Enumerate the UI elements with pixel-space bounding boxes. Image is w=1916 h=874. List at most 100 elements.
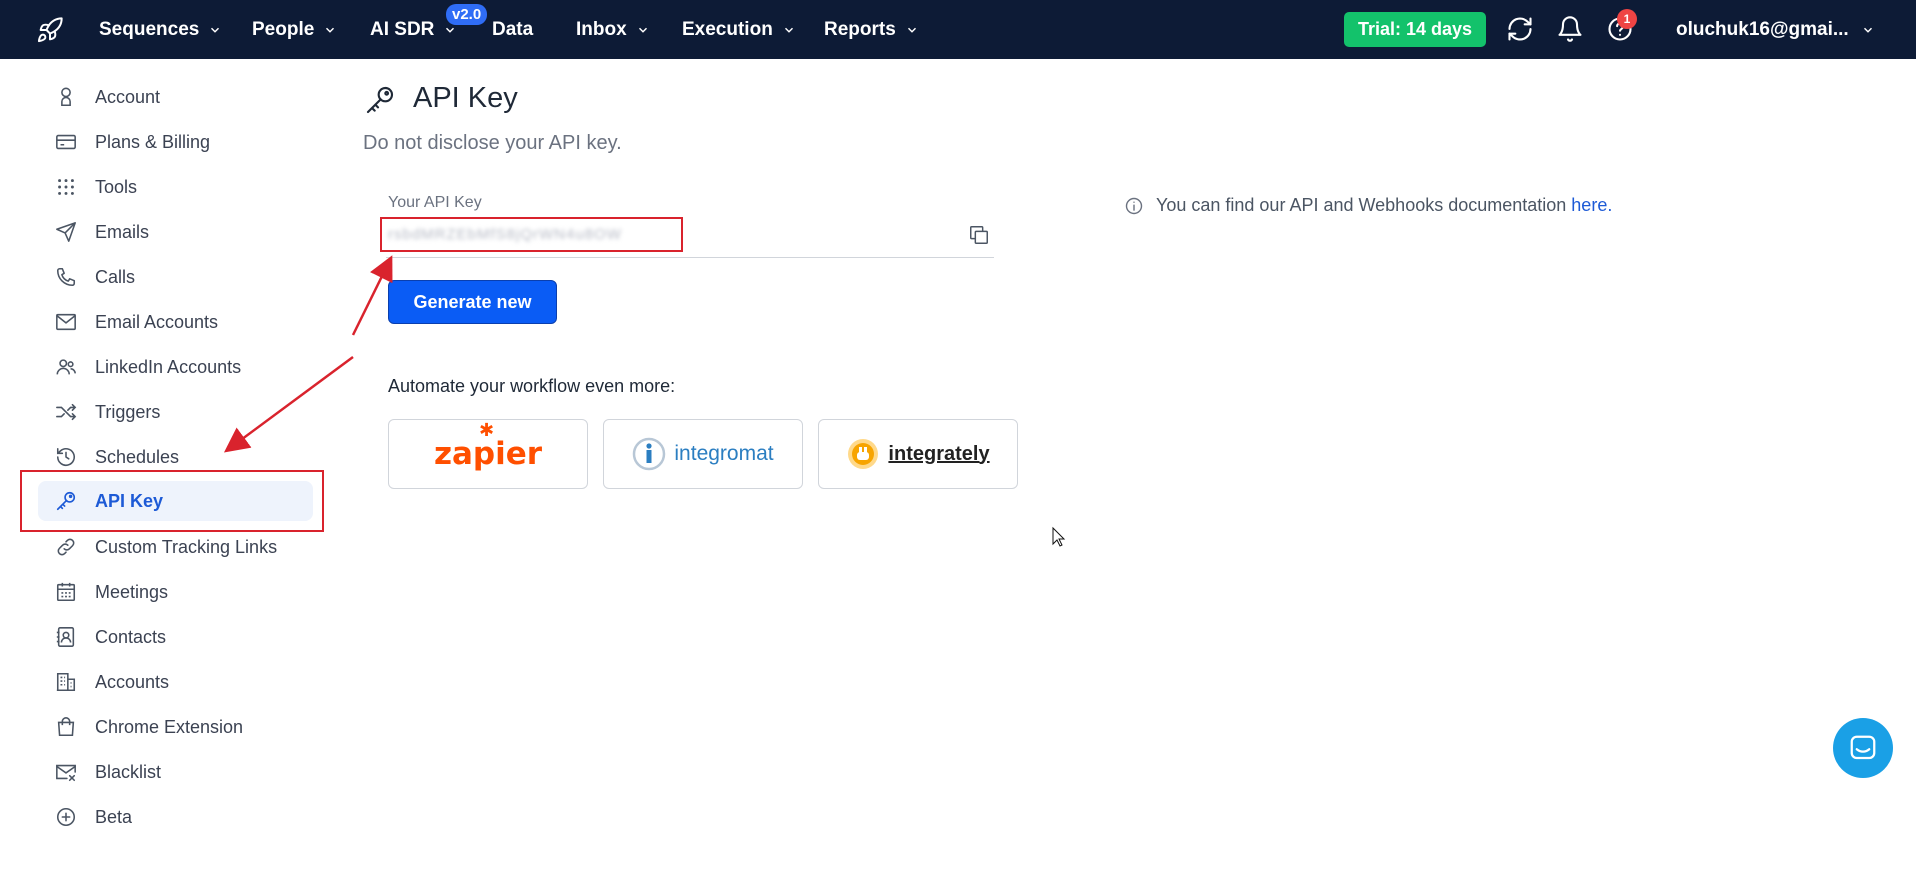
copy-icon[interactable] <box>968 224 990 246</box>
sidebar-item-label: Blacklist <box>95 761 162 782</box>
sidebar-item-label: Custom Tracking Links <box>95 536 278 557</box>
sidebar-item-account[interactable]: Account <box>38 77 313 117</box>
nav-data-label: Data <box>492 18 534 40</box>
annotation-highlight-api-key <box>380 217 683 252</box>
chevron-down-icon <box>907 27 916 33</box>
page-subtitle: Do not disclose your API key. <box>363 132 622 154</box>
sidebar-item-label: Emails <box>95 221 150 242</box>
info-icon <box>1125 197 1143 214</box>
nav-inbox[interactable]: Inbox <box>576 0 650 59</box>
nav-ai-sdr-label: AI SDR <box>370 18 435 40</box>
building-icon <box>55 671 77 693</box>
sidebar-item-emails[interactable]: Emails <box>38 212 313 252</box>
sidebar-item-label: Plans & Billing <box>95 131 211 152</box>
credit-card-icon <box>55 131 77 153</box>
nav-data[interactable]: Data <box>492 0 533 59</box>
sidebar-item-label: Email Accounts <box>95 311 219 332</box>
trial-button[interactable]: Trial: 14 days <box>1344 12 1486 47</box>
integrately-integration-card[interactable]: integrately <box>818 419 1018 489</box>
zapier-asterisk-icon: ✱ <box>478 420 495 441</box>
nav-people[interactable]: People <box>252 0 337 59</box>
user-icon <box>55 86 77 108</box>
sidebar-item-email-accounts[interactable]: Email Accounts <box>38 302 313 342</box>
automate-heading: Automate your workflow even more: <box>388 376 676 396</box>
zapier-integration-card[interactable]: ✱ zapier <box>388 419 588 489</box>
sidebar-item-triggers[interactable]: Triggers <box>38 392 313 432</box>
chevron-down-icon <box>211 27 220 33</box>
sidebar-item-meetings[interactable]: Meetings <box>38 572 313 612</box>
chevron-down-icon <box>326 27 335 33</box>
sidebar-item-label: Contacts <box>95 626 167 647</box>
top-navigation-bar: Sequences People AI SDR v2.0 Data Inbox … <box>0 0 1916 59</box>
nav-execution[interactable]: Execution <box>682 0 796 59</box>
integromat-integration-card[interactable]: integromat <box>603 419 803 489</box>
users-icon <box>55 356 77 378</box>
api-docs-info: You can find our API and Webhooks docume… <box>1124 195 1612 216</box>
bell-icon[interactable] <box>1556 15 1584 43</box>
api-key-label: Your API Key <box>388 194 482 211</box>
sidebar-item-tools[interactable]: Tools <box>38 167 313 207</box>
nav-sequences[interactable]: Sequences <box>99 0 222 59</box>
rocket-logo-icon[interactable] <box>36 16 64 44</box>
api-docs-text: You can find our API and Webhooks docume… <box>1156 195 1567 215</box>
sidebar-item-label: LinkedIn Accounts <box>95 356 242 377</box>
arrow-to-api-key-field <box>351 255 393 336</box>
mouse-cursor-icon <box>1052 526 1066 547</box>
send-icon <box>55 221 77 243</box>
sidebar-item-contacts[interactable]: Contacts <box>38 617 313 657</box>
contact-book-icon <box>55 626 77 648</box>
generate-new-button[interactable]: Generate new <box>388 280 557 324</box>
zapier-logo: ✱ zapier <box>433 420 543 472</box>
history-icon <box>55 446 77 468</box>
refresh-icon[interactable] <box>1506 15 1534 43</box>
integrately-logo-icon <box>848 439 879 469</box>
sidebar-item-custom-tracking-links[interactable]: Custom Tracking Links <box>38 527 313 567</box>
api-docs-link[interactable]: here. <box>1571 195 1612 216</box>
key-icon <box>366 86 394 114</box>
sidebar-item-linkedin-accounts[interactable]: LinkedIn Accounts <box>38 347 313 387</box>
sidebar-item-chrome-extension[interactable]: Chrome Extension <box>38 707 313 747</box>
zapier-label: zapier <box>433 436 543 472</box>
page-title: API Key <box>413 82 518 114</box>
sidebar-item-label: Beta <box>95 806 133 827</box>
chat-widget-button[interactable] <box>1833 718 1893 778</box>
mail-x-icon <box>55 761 77 783</box>
integromat-label: integromat <box>674 442 774 465</box>
calendar-icon <box>55 581 77 603</box>
chat-icon <box>1850 735 1876 760</box>
user-menu[interactable]: oluchuk16@gmai... <box>1676 0 1875 59</box>
nav-reports-label: Reports <box>824 18 896 40</box>
sidebar-item-label: Meetings <box>95 581 169 602</box>
sidebar-item-blacklist[interactable]: Blacklist <box>38 752 313 792</box>
chevron-down-icon <box>638 27 647 33</box>
mail-icon <box>55 311 77 333</box>
sidebar-item-calls[interactable]: Calls <box>38 257 313 297</box>
sidebar-item-label: Tools <box>95 176 138 197</box>
version-badge: v2.0 <box>446 4 488 25</box>
nav-inbox-label: Inbox <box>576 18 627 40</box>
nav-people-label: People <box>252 18 315 40</box>
nav-reports[interactable]: Reports <box>824 0 919 59</box>
nav-execution-label: Execution <box>682 18 773 40</box>
chevron-down-icon <box>784 27 793 33</box>
nav-ai-sdr[interactable]: AI SDR <box>370 0 457 59</box>
integrately-label: integrately <box>888 442 990 465</box>
phone-icon <box>55 266 77 288</box>
sidebar-item-label: Accounts <box>95 671 170 692</box>
sidebar-item-plans-billing[interactable]: Plans & Billing <box>38 122 313 162</box>
sidebar-item-accounts[interactable]: Accounts <box>38 662 313 702</box>
plus-circle-icon <box>55 806 77 828</box>
sidebar-item-label: Chrome Extension <box>95 716 244 737</box>
link-icon <box>55 536 77 558</box>
notification-count-badge: 1 <box>1617 9 1637 29</box>
user-email: oluchuk16@gmai... <box>1676 18 1849 40</box>
sidebar-item-label: Calls <box>95 266 136 287</box>
grid-icon <box>55 176 77 198</box>
shuffle-icon <box>55 401 77 423</box>
nav-sequences-label: Sequences <box>99 18 200 40</box>
sidebar-item-beta[interactable]: Beta <box>38 797 313 837</box>
shopping-bag-icon <box>55 716 77 738</box>
integromat-logo-icon <box>633 437 666 471</box>
chevron-down-icon <box>1863 27 1872 33</box>
annotation-highlight-sidebar <box>20 470 324 532</box>
